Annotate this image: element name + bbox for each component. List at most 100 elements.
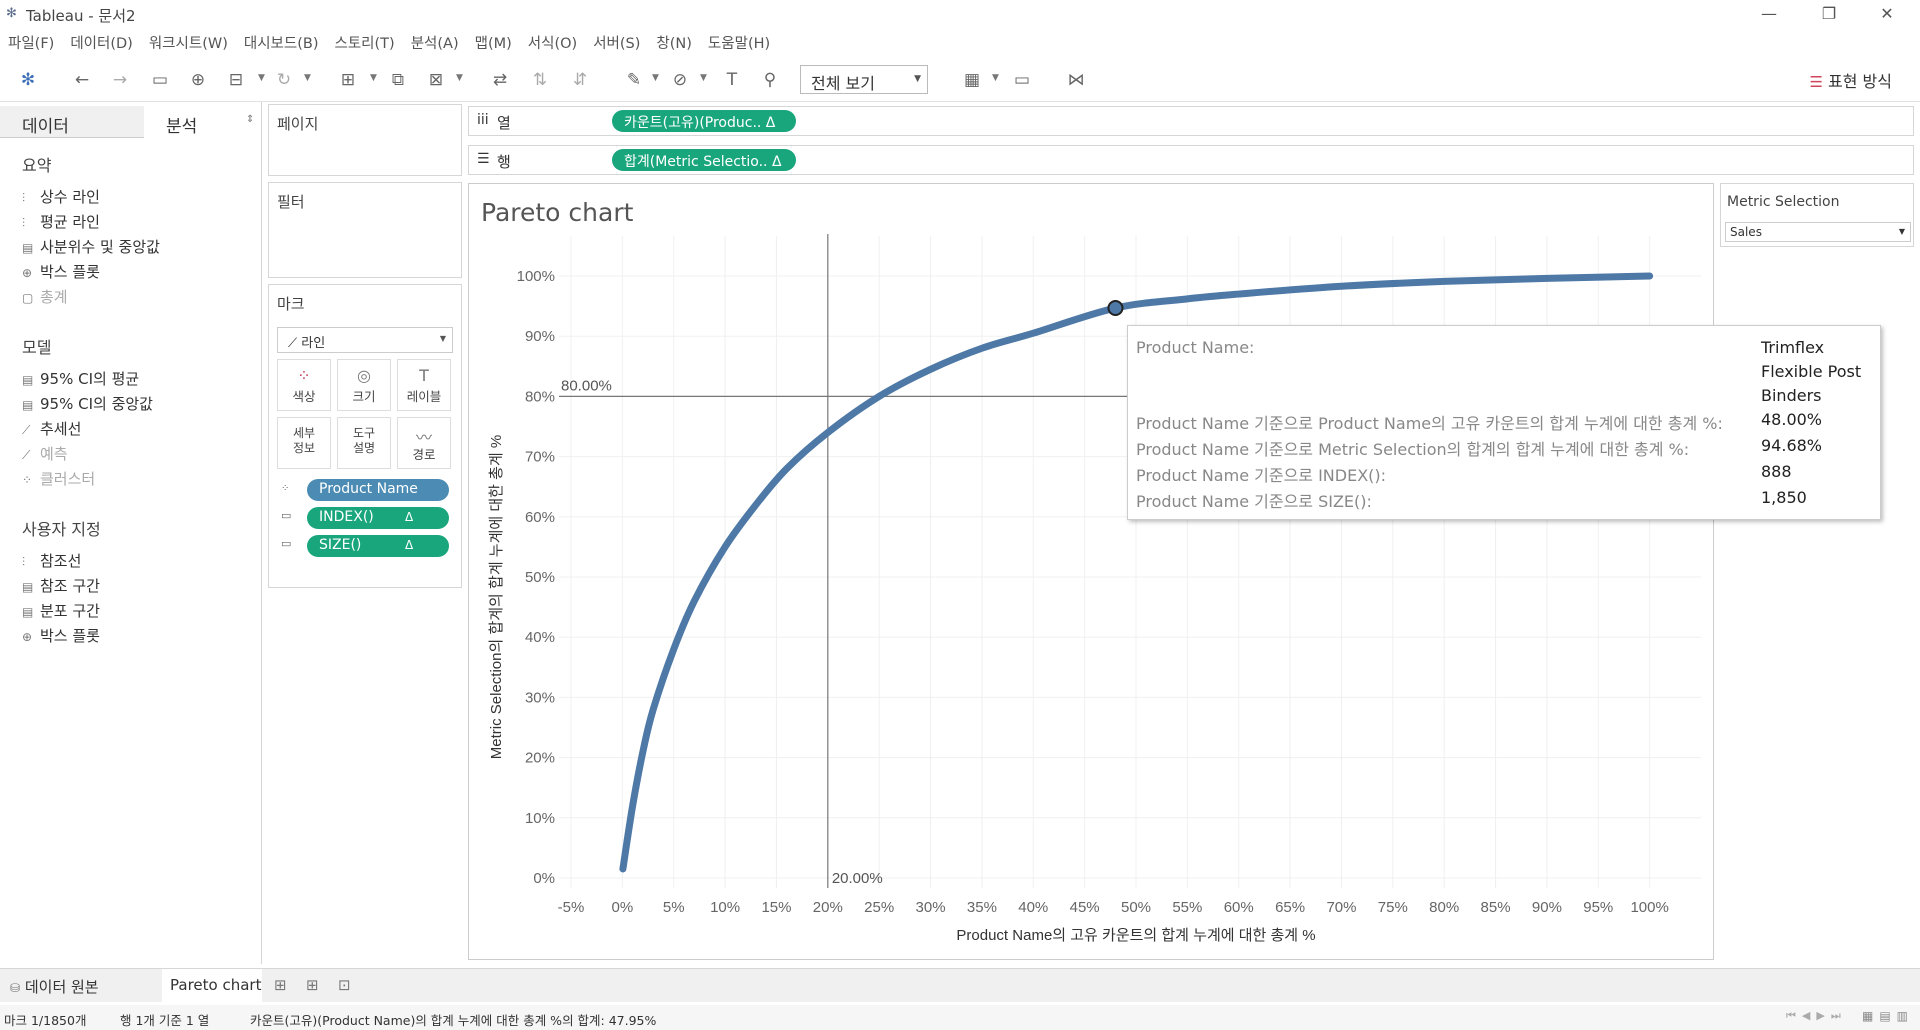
show-labels-icon[interactable]: T [720,68,744,92]
analytics-item[interactable]: ⁘ 클러스터 [22,468,95,489]
menu-file[interactable]: 파일(F) [0,28,62,53]
minimize-button[interactable]: — [1746,2,1792,26]
x-tick-label: 20% [813,899,843,916]
menu-format[interactable]: 서식(O) [520,28,585,53]
chevron-down-icon[interactable]: ▼ [456,73,463,83]
color-button[interactable]: ⁘ 색상 [277,359,331,411]
path-button[interactable]: 〰 경로 [397,417,451,469]
new-story-icon[interactable]: ⊡ [338,976,351,994]
y-tick-label: 70% [525,449,555,466]
chevron-down-icon[interactable]: ▼ [258,73,265,83]
chevron-down-icon[interactable]: ▼ [370,73,377,83]
size-button[interactable]: ◎ 크기 [337,359,391,411]
pill-index[interactable]: INDEX() [307,507,449,529]
detail-button[interactable]: 세부 정보 [277,417,331,469]
parameter-dropdown[interactable]: Sales ▼ [1725,222,1911,242]
menu-window[interactable]: 창(N) [648,28,700,53]
y-tick-label: 20% [525,750,555,767]
chevron-down-icon[interactable]: ▼ [992,73,999,83]
sort-descending-icon[interactable]: ⇵ [568,68,592,92]
sort-ascending-icon[interactable]: ⇅ [528,68,552,92]
refresh-icon[interactable]: ↻ [272,68,296,92]
forecast-icon: ⟋ [22,448,31,462]
sheet-nav-icon[interactable]: ⏮◀▶⏭ [1786,1009,1847,1023]
menu-worksheet[interactable]: 워크시트(W) [141,28,236,53]
new-worksheet-icon[interactable]: ⊞ [274,976,287,994]
close-button[interactable]: ✕ [1864,2,1910,26]
chevron-down-icon[interactable]: ▼ [652,73,659,83]
status-rows-cols: 행 1개 기준 1 열 [120,1013,210,1028]
pill-columns[interactable]: 카운트(고유)(Produc.. Δ [612,110,796,132]
analytics-item[interactable]: ⫶ 상수 라인 [22,186,100,207]
fit-dropdown[interactable]: 전체 보기 ▼ [800,65,928,94]
columns-shelf[interactable]: iii 열 카운트(고유)(Produc.. Δ [468,106,1914,136]
menu-dashboard[interactable]: 대시보드(B) [236,28,327,53]
share-icon[interactable]: ⋈ [1064,68,1088,92]
menu-data[interactable]: 데이터(D) [62,28,141,53]
pane-menu-icon[interactable]: ⇕ [246,114,254,125]
analytics-item[interactable]: ⟋ 추세선 [22,418,81,439]
analytics-item[interactable]: ▤ 사분위수 및 중앙값 [22,236,160,257]
mark-type-dropdown[interactable]: ⟋ 라인 ▼ [277,327,453,353]
duplicate-sheet-icon[interactable]: ⧉ [386,68,410,92]
highlight-icon[interactable]: ✎ [622,68,646,92]
new-datasource-icon[interactable]: ⊕ [186,68,210,92]
analytics-item[interactable]: ⊕ 박스 플롯 [22,625,100,646]
presentation-mode-icon[interactable]: ▭ [1010,68,1034,92]
menu-help[interactable]: 도움말(H) [700,28,778,53]
tableau-home-icon[interactable]: ✻ [16,68,40,92]
pages-shelf[interactable]: 페이지 [268,104,462,176]
filters-shelf[interactable]: 필터 [268,182,462,278]
fix-axes-icon[interactable]: ⚲ [758,68,782,92]
cluster-icon: ⁘ [22,473,33,487]
color-icon: ⁘ [297,366,311,385]
chevron-down-icon[interactable]: ▼ [304,73,311,83]
view-toggle-icon[interactable]: ▦▤▥ [1862,1009,1914,1023]
menu-analysis[interactable]: 분석(A) [403,28,467,53]
x-tick-label: 25% [864,899,894,916]
save-icon[interactable]: ▭ [148,68,172,92]
tab-datasource[interactable]: ⛁ 데이터 원본 [0,969,160,1002]
analytics-item[interactable]: ▤ 95% CI의 중앙값 [22,393,153,414]
show-cards-icon[interactable]: ▦ [960,68,984,92]
x-tick-label: 15% [761,899,791,916]
analytics-item[interactable]: ▤ 분포 구간 [22,600,100,621]
chevron-down-icon[interactable]: ▼ [700,73,707,83]
custom-section-title: 사용자 지정 [22,520,101,539]
show-me-button[interactable]: ☰ 표현 방식 [1809,68,1892,92]
menu-server[interactable]: 서버(S) [585,28,648,53]
label-button[interactable]: T 레이블 [397,359,451,411]
swap-axes-icon[interactable]: ⇄ [488,68,512,92]
show-me-icon: ☰ [1809,73,1823,91]
tab-analysis[interactable]: 분석 [144,106,260,138]
menu-map[interactable]: 맵(M) [467,28,520,53]
analytics-item[interactable]: ⊕ 박스 플롯 [22,261,100,282]
analytics-item[interactable]: ⫶ 평균 라인 [22,211,100,232]
rows-shelf[interactable]: ☰ 행 합계(Metric Selectio.. Δ [468,145,1914,175]
undo-icon[interactable]: ← [70,68,94,92]
pill-product-name[interactable]: Product Name [307,479,449,501]
menu-story[interactable]: 스토리(T) [326,28,402,53]
tooltip-button[interactable]: 도구 설명 [337,417,391,469]
x-tick-label: 95% [1583,899,1613,916]
restore-button[interactable]: ❐ [1806,2,1852,26]
tab-pareto-chart[interactable]: Pareto chart [162,969,262,1002]
pause-updates-icon[interactable]: ⊟ [224,68,248,92]
tab-data[interactable]: 데이터 [0,106,144,138]
clear-sheet-icon[interactable]: ⊠ [424,68,448,92]
analytics-item[interactable]: ▢ 총계 [22,286,68,307]
datasource-icon: ⛁ [10,981,21,995]
quartile-icon: ▤ [22,241,34,255]
analytics-item[interactable]: ⫶ 참조선 [22,550,81,571]
parameter-control: Metric Selection Sales ▼ [1720,183,1914,247]
pill-rows[interactable]: 합계(Metric Selectio.. Δ [612,149,796,171]
pill-size[interactable]: SIZE() [307,535,449,557]
redo-icon[interactable]: → [108,68,132,92]
new-worksheet-icon[interactable]: ⊞ [336,68,360,92]
analytics-item[interactable]: ▤ 참조 구간 [22,575,100,596]
analytics-item[interactable]: ⟋ 예측 [22,443,68,464]
x-tick-label: 40% [1018,899,1048,916]
group-members-icon[interactable]: ⊘ [668,68,692,92]
analytics-item[interactable]: ▤ 95% CI의 평균 [22,368,139,389]
new-dashboard-icon[interactable]: ⊞ [306,976,319,994]
